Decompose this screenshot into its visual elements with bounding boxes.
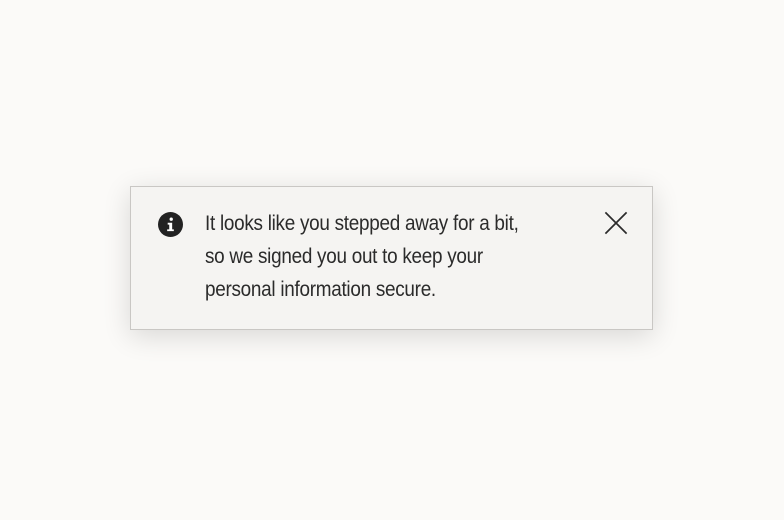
message-line: so we signed you out to keep your <box>205 245 483 268</box>
notification-message: It looks like you stepped away for a bit… <box>205 207 547 306</box>
close-button[interactable] <box>604 211 628 235</box>
message-line: personal information secure. <box>205 278 436 301</box>
info-icon <box>158 212 183 237</box>
close-icon <box>604 211 628 235</box>
session-timeout-notification: It looks like you stepped away for a bit… <box>130 186 653 330</box>
message-line: It looks like you stepped away for a bit… <box>205 212 519 235</box>
